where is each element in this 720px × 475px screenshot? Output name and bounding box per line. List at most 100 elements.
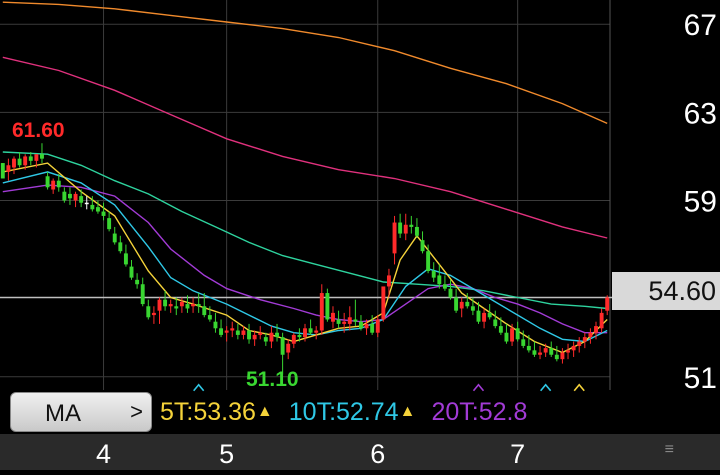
trend-arrow-icon: ▲ — [256, 403, 273, 420]
ma-line — [2, 1, 608, 125]
candle — [163, 290, 168, 311]
candle-body — [476, 310, 481, 322]
candle-body — [370, 323, 375, 333]
candle-body — [67, 193, 72, 199]
low-price-label: 51.10 — [246, 368, 299, 391]
candle-body — [286, 343, 291, 353]
candle-body — [123, 253, 128, 265]
high-price-label: 61.60 — [12, 119, 65, 142]
x-axis-bar: 4 5 6 7 — [0, 434, 720, 470]
candle-body — [28, 156, 33, 161]
candle — [129, 260, 134, 280]
candle-body — [482, 312, 487, 322]
candle-body — [297, 334, 302, 338]
candle — [168, 299, 173, 313]
candle-body — [510, 328, 515, 342]
candle-body — [364, 323, 369, 329]
candle-body — [577, 341, 582, 346]
candle-body — [392, 222, 397, 254]
candle — [135, 273, 140, 289]
candle — [599, 308, 604, 333]
candle-body — [73, 193, 78, 201]
candle-body — [566, 350, 570, 353]
scroll-handle-icon[interactable]: ≡ — [665, 441, 674, 459]
candle — [398, 213, 403, 238]
candle — [0, 163, 5, 179]
candle — [51, 178, 56, 194]
candle — [566, 343, 570, 360]
candle-body — [571, 345, 576, 351]
candle-body — [118, 242, 123, 252]
x-tick-label: 6 — [370, 439, 385, 469]
candle-body — [263, 337, 268, 342]
candle-body — [599, 312, 604, 329]
annotations: 61.60 51.10 — [12, 119, 299, 391]
candle-body — [398, 222, 403, 234]
legend-item: 20T:52.8 — [431, 398, 527, 427]
candle-body — [51, 180, 56, 190]
candle-body — [84, 202, 89, 205]
candle — [230, 321, 235, 338]
candle — [359, 315, 363, 331]
ma-line-10t — [2, 171, 608, 343]
y-tick-label: 67 — [684, 9, 717, 42]
candle-body — [442, 284, 447, 289]
candle-body — [280, 337, 285, 355]
candle-body — [431, 271, 436, 278]
candle — [191, 297, 196, 313]
candle — [202, 293, 207, 318]
candle-body — [515, 328, 520, 340]
candle — [12, 156, 16, 175]
y-axis-ticks: 67 63 59 51 — [684, 9, 717, 395]
candle-body — [45, 176, 50, 188]
candle — [325, 288, 330, 322]
candle-body — [347, 317, 352, 324]
candle-body — [140, 284, 145, 305]
candle — [538, 345, 543, 360]
candle-body — [375, 319, 380, 333]
candle — [414, 218, 419, 238]
legend-item-label: 5T:53.36 — [160, 397, 256, 426]
candle-body — [12, 158, 16, 168]
candle-body — [459, 301, 464, 309]
candle — [515, 321, 520, 342]
candle — [157, 297, 162, 324]
candle-body — [23, 156, 28, 166]
candle-body — [498, 326, 503, 333]
ma-button-label: MA — [45, 400, 81, 427]
candle — [84, 196, 89, 210]
candle — [118, 235, 123, 254]
candle — [6, 158, 11, 181]
candle-body — [95, 207, 100, 212]
candle — [331, 306, 335, 329]
legend-item-label: 20T:52.8 — [431, 397, 528, 426]
candle — [448, 279, 453, 300]
candle — [286, 339, 291, 360]
candle-body — [403, 224, 408, 234]
candle-body — [448, 288, 453, 298]
ma-button[interactable]: MA > — [10, 392, 152, 432]
signal-marker-icon — [540, 383, 552, 392]
candle-body — [235, 330, 240, 335]
candle-body — [291, 334, 296, 344]
candle — [392, 215, 397, 265]
candle-body — [381, 286, 386, 320]
candle-body — [241, 330, 246, 335]
candle-body — [493, 319, 498, 327]
candle — [431, 262, 436, 283]
candle — [409, 215, 414, 234]
candlestick-chart[interactable]: 61.60 51.10 67 63 59 51 — [0, 0, 720, 434]
x-tick-label: 7 — [510, 439, 525, 469]
candle — [353, 299, 358, 327]
legend-item: 5T:53.36 ▲ — [160, 398, 273, 427]
candle-body — [504, 332, 509, 342]
moving-average-lines — [2, 1, 608, 354]
candle — [482, 308, 487, 329]
candle — [45, 171, 50, 190]
candle — [146, 299, 151, 320]
chevron-right-icon: > — [130, 399, 143, 424]
candle — [112, 226, 117, 245]
candle — [40, 143, 44, 164]
candle — [381, 286, 386, 322]
candle — [247, 323, 251, 344]
